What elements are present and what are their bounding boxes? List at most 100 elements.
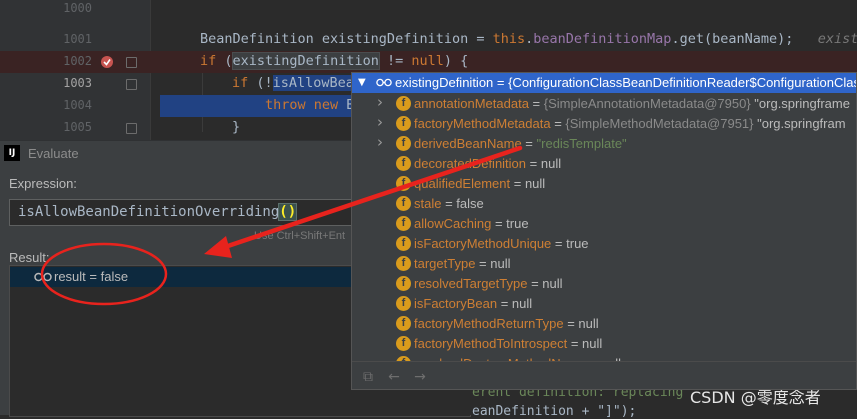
expression-label: Expression:	[9, 176, 77, 191]
property-value: null	[540, 156, 562, 171]
property-value: null	[490, 256, 511, 271]
equals-sign: =	[527, 276, 543, 291]
line-number: 1002	[63, 54, 92, 68]
property-name: annotationMetadata	[414, 96, 529, 111]
property-text: qualifiedElement = null	[414, 176, 545, 191]
field-icon: f	[396, 116, 411, 131]
property-name: isFactoryMethodUnique	[414, 236, 552, 251]
property-row[interactable]: f qualifiedElement = null	[352, 174, 856, 194]
field-icon: f	[396, 336, 411, 351]
field-icon: f	[396, 156, 411, 171]
property-value: "redisTemplate"	[536, 136, 627, 151]
property-row[interactable]: › f derivedBeanName = "redisTemplate"	[352, 133, 856, 154]
popup-header-text: existingDefinition = {ConfigurationClass…	[395, 75, 857, 90]
back-arrow-icon[interactable]: ←	[386, 369, 402, 385]
property-value: true	[566, 236, 589, 251]
property-text: annotationMetadata = {SimpleAnnotationMe…	[414, 96, 850, 111]
property-text: allowCaching = true	[414, 216, 529, 231]
property-row[interactable]: f factoryMethodToIntrospect = null	[352, 334, 856, 354]
popup-toolbar: ⧉ ← →	[352, 361, 856, 389]
code-text: if (existingDefinition != null) {	[200, 52, 469, 70]
property-name: decoratedDefinition	[414, 156, 527, 171]
property-text: decoratedDefinition = null	[414, 156, 561, 171]
expand-chevron-icon[interactable]: ›	[377, 113, 383, 131]
property-row[interactable]: f isFactoryMethodUnique = true	[352, 234, 856, 254]
property-ref: {SimpleAnnotationMetadata@7950}	[543, 96, 751, 111]
fold-icon[interactable]	[126, 123, 137, 134]
expand-chevron-icon[interactable]: ›	[377, 133, 383, 151]
property-value: true	[506, 216, 529, 231]
property-row[interactable]: f decoratedDefinition = null	[352, 154, 856, 174]
property-row[interactable]: f targetType = null	[352, 254, 856, 274]
watch-glasses-icon	[34, 272, 52, 282]
property-row[interactable]: › f annotationMetadata = {SimpleAnnotation…	[352, 93, 856, 114]
property-row[interactable]: f isFactoryBean = null	[352, 294, 856, 314]
equals-sign: =	[510, 176, 525, 191]
code-line-selected: throw new B	[160, 95, 360, 117]
field-icon: f	[396, 136, 411, 151]
property-text: stale = false	[414, 196, 484, 211]
property-row[interactable]: f factoryMethodReturnType = null	[352, 314, 856, 334]
line-number: 1005	[63, 120, 92, 134]
property-text: derivedBeanName = "redisTemplate"	[414, 136, 627, 151]
equals-sign: =	[475, 256, 491, 271]
property-name: qualifiedElement	[414, 176, 511, 191]
property-row[interactable]: › f factoryMethodMetadata = {SimpleMethodM…	[352, 113, 856, 134]
fold-icon[interactable]	[126, 57, 137, 68]
property-name: factoryMethodToIntrospect	[414, 336, 568, 351]
equals-sign: =	[528, 96, 544, 111]
code-text: if (!isAllowBea	[232, 75, 354, 91]
code-line-breakpoint: 1002 if (existingDefinition != null) {	[0, 51, 857, 73]
equals-sign: =	[563, 316, 579, 331]
property-row[interactable]: f allowCaching = true	[352, 214, 856, 234]
property-name: factoryMethodReturnType	[414, 316, 564, 331]
equals-sign: =	[551, 236, 567, 251]
field-icon: f	[396, 96, 411, 111]
result-label: Result:	[9, 250, 50, 265]
property-text: factoryMethodMetadata = {SimpleMethodMet…	[414, 116, 846, 131]
property-row[interactable]: f stale = false	[352, 194, 856, 214]
equals-sign: =	[526, 156, 541, 171]
popup-header-row[interactable]: ▼ existingDefinition = {ConfigurationCla…	[352, 73, 857, 93]
expand-down-icon[interactable]: ▼	[358, 77, 366, 88]
code-line: 1000 }	[0, 0, 857, 20]
code-text: eanDefinition + "]");	[472, 404, 637, 419]
property-text: targetType = null	[414, 256, 511, 271]
equals-sign: =	[491, 216, 507, 231]
fold-icon[interactable]	[126, 79, 137, 90]
property-value: null	[511, 296, 533, 311]
code-line: 1001 BeanDefinition existingDefinition =…	[0, 29, 857, 51]
variable-inspector-popup: ▼ existingDefinition = {ConfigurationCla…	[351, 72, 857, 390]
property-name: isFactoryBean	[414, 296, 498, 311]
navigate-icon[interactable]: ⧉	[360, 369, 376, 385]
property-text: isFactoryMethodUnique = true	[414, 236, 589, 251]
field-icon: f	[396, 276, 411, 291]
field-icon: f	[396, 216, 411, 231]
expand-chevron-icon[interactable]: ›	[377, 93, 383, 111]
code-text: }	[232, 119, 241, 135]
watch-glasses-icon	[376, 78, 392, 87]
property-text: resolvedTargetType = null	[414, 276, 563, 291]
property-value: null	[524, 176, 546, 191]
line-number: 1004	[63, 98, 92, 112]
field-icon: f	[396, 316, 411, 331]
line-number: 1003	[63, 76, 92, 90]
forward-arrow-icon[interactable]: →	[412, 369, 428, 385]
dialog-title: Evaluate	[28, 146, 79, 161]
breakpoint-icon[interactable]	[100, 55, 114, 69]
property-text: factoryMethodToIntrospect = null	[414, 336, 602, 351]
property-value: "org.springfram	[753, 116, 846, 131]
property-row[interactable]: f resolvedTargetType = null	[352, 274, 856, 294]
property-value: null	[542, 276, 563, 291]
ide-screen: 1000 } 1001 BeanDefinition existingDefin…	[0, 0, 857, 419]
shortcut-hint: Use Ctrl+Shift+Ent	[254, 230, 346, 242]
line-number: 1001	[63, 32, 92, 46]
property-name: resolvedTargetType	[414, 276, 528, 291]
property-name: targetType	[414, 256, 476, 271]
field-icon: f	[396, 176, 411, 191]
equals-sign: =	[497, 296, 512, 311]
property-name: derivedBeanName	[414, 136, 522, 151]
property-name: factoryMethodMetadata	[414, 116, 551, 131]
expression-text: isAllowBeanDefinitionOverriding()	[18, 203, 298, 221]
equals-sign: =	[441, 196, 457, 211]
